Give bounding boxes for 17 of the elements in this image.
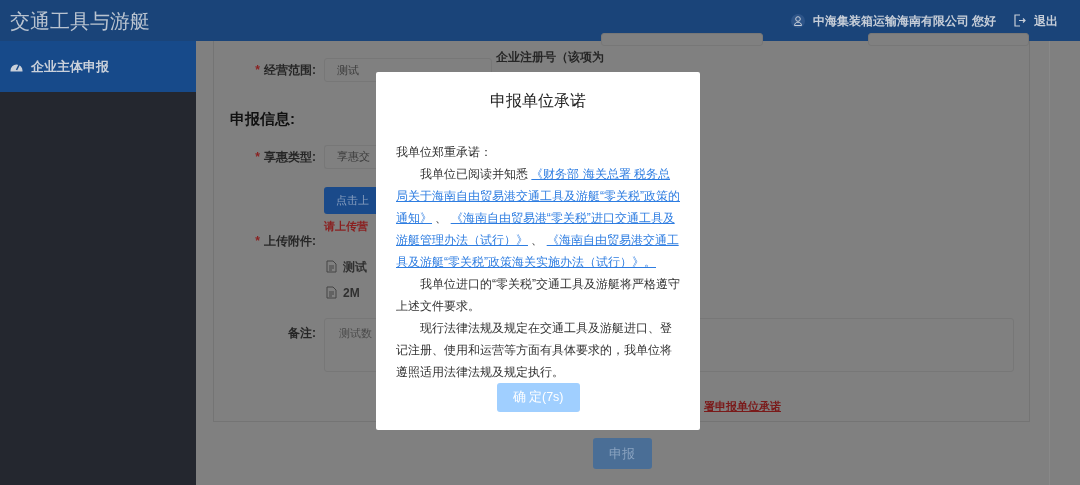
- dialog-title: 申报单位承诺: [489, 91, 587, 111]
- field-label: 上传附件:: [264, 232, 316, 250]
- required-mark: *: [255, 232, 260, 250]
- field-label: 享惠类型:: [264, 148, 316, 166]
- commitment-paragraph: 我单位郑重承诺：: [396, 144, 493, 161]
- upload-hint: 请上传营: [324, 218, 368, 234]
- required-mark: *: [255, 148, 260, 166]
- commitment-paragraph: 现行法律法规及规定在交通工具及游艇进口、登记注册、使用和运营等方面有具体要求的，我单位将遵照适用法律法规及规定执行。: [396, 320, 673, 381]
- commitment-paragraph: 我单位已阅读并知悉 《财务部 海关总署 税务总局关于海南自由贸易港交通工具及游艇“零关税”政策的通知》 、 《海南自由贸易港“零关税”进口交通工具及游艇管理办法（试行）》 、 《海南自由贸易港交通工具及游艇“零关税”政策海关实施办法（试行）》。: [396, 166, 680, 271]
- app-title: 交通工具与游艇: [10, 8, 150, 34]
- section-title: 申报信息:: [230, 109, 296, 129]
- field-label: 经营范围:: [264, 62, 316, 79]
- field-label: 备注:: [288, 324, 316, 342]
- required-mark: *: [255, 62, 260, 79]
- commitment-paragraph: 我单位进口的“零关税”交通工具及游艇将严格遵守上述文件要求。: [396, 276, 680, 315]
- user-greeting: 中海集装箱运输海南有限公司 您好: [812, 12, 996, 30]
- field-label: 企业注册号（该项为: [496, 49, 604, 66]
